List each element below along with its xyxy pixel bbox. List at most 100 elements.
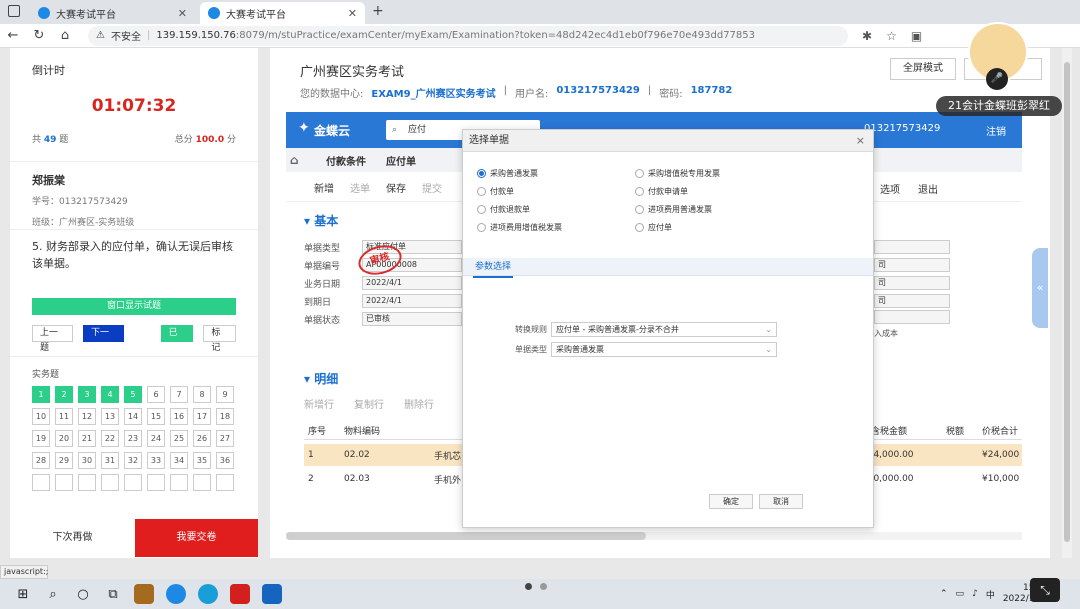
add-row-button[interactable]: 新增行: [304, 396, 334, 411]
question-cell[interactable]: 25: [170, 430, 188, 447]
question-cell[interactable]: [55, 474, 73, 491]
question-cell[interactable]: 2: [55, 386, 73, 403]
question-cell[interactable]: 27: [216, 430, 234, 447]
question-cell[interactable]: 23: [124, 430, 142, 447]
question-cell[interactable]: 1: [32, 386, 50, 403]
document-type-select[interactable]: 采购普通发票 ⌄: [551, 342, 777, 357]
logout-link[interactable]: 注销: [986, 123, 1006, 138]
question-cell[interactable]: 29: [55, 452, 73, 469]
question-cell[interactable]: 3: [78, 386, 96, 403]
question-cell[interactable]: 8: [193, 386, 211, 403]
app-icon[interactable]: [166, 584, 186, 604]
question-cell[interactable]: 18: [216, 408, 234, 425]
home-icon[interactable]: ⌂: [290, 153, 299, 167]
close-icon[interactable]: ×: [856, 130, 865, 152]
microphone-icon[interactable]: 🎤: [986, 68, 1008, 90]
show-window-button[interactable]: 窗口显示试题: [32, 298, 236, 315]
question-cell[interactable]: 35: [193, 452, 211, 469]
windows-start-icon[interactable]: ⊞: [8, 587, 38, 602]
question-cell[interactable]: 28: [32, 452, 50, 469]
question-cell[interactable]: 26: [193, 430, 211, 447]
question-cell[interactable]: [170, 474, 188, 491]
option-payment-request[interactable]: 付款申请单: [635, 184, 835, 199]
save-button[interactable]: 保存: [386, 180, 406, 195]
delete-row-button[interactable]: 删除行: [404, 396, 434, 411]
question-cell[interactable]: 16: [170, 408, 188, 425]
option-payment-refund[interactable]: 付款退款单: [477, 202, 635, 217]
question-cell[interactable]: [216, 474, 234, 491]
question-cell[interactable]: [78, 474, 96, 491]
question-cell[interactable]: 22: [101, 430, 119, 447]
back-icon[interactable]: ←: [0, 28, 26, 43]
prev-question-button[interactable]: 上一题: [32, 325, 73, 353]
tab-payable[interactable]: 应付单: [386, 153, 416, 168]
next-question-button[interactable]: 下一题: [83, 325, 124, 353]
done-button[interactable]: 已做: [160, 325, 194, 353]
close-icon[interactable]: ✕: [348, 7, 357, 20]
question-cell[interactable]: 17: [193, 408, 211, 425]
question-cell[interactable]: 14: [124, 408, 142, 425]
question-cell[interactable]: 4: [101, 386, 119, 403]
question-cell[interactable]: 24: [147, 430, 165, 447]
address-bar[interactable]: ⚠ 不安全 | 139.159.150.76:8079/m/stuPractic…: [88, 25, 848, 46]
right-field-4[interactable]: 司: [874, 294, 950, 308]
collections-icon[interactable]: ▣: [911, 29, 922, 43]
exit-button[interactable]: 退出: [918, 181, 938, 196]
extensions-icon[interactable]: ✱: [862, 29, 872, 43]
question-cell[interactable]: 5: [124, 386, 142, 403]
option-payment[interactable]: 付款单: [477, 184, 635, 199]
question-cell[interactable]: 30: [78, 452, 96, 469]
question-cell[interactable]: 21: [78, 430, 96, 447]
question-cell[interactable]: 11: [55, 408, 73, 425]
question-cell[interactable]: [32, 474, 50, 491]
question-cell[interactable]: 15: [147, 408, 165, 425]
question-cell[interactable]: 20: [55, 430, 73, 447]
question-cell[interactable]: [124, 474, 142, 491]
option-vat-invoice[interactable]: 采购增值税专用发票: [635, 166, 835, 181]
submit-button[interactable]: 提交: [422, 180, 442, 195]
question-cell[interactable]: 31: [101, 452, 119, 469]
horizontal-scrollbar[interactable]: [286, 532, 1022, 540]
fullscreen-button[interactable]: 全屏模式: [890, 58, 956, 80]
right-select[interactable]: [874, 310, 950, 324]
favorites-icon[interactable]: ☆: [886, 29, 897, 43]
tab-payment-terms[interactable]: 付款条件: [326, 153, 366, 168]
question-cell[interactable]: 36: [216, 452, 234, 469]
submit-exam-button[interactable]: 我要交卷: [135, 519, 258, 557]
question-cell[interactable]: [147, 474, 165, 491]
new-button[interactable]: 新增: [314, 180, 334, 195]
question-cell[interactable]: [101, 474, 119, 491]
question-cell[interactable]: 7: [170, 386, 188, 403]
question-cell[interactable]: 9: [216, 386, 234, 403]
chevron-up-icon[interactable]: ⌃: [940, 589, 948, 599]
search-icon[interactable]: ⌕: [38, 587, 68, 602]
network-icon[interactable]: ▭: [956, 589, 965, 599]
cancel-button[interactable]: 取消: [759, 494, 803, 509]
browser-tab-2[interactable]: 大赛考试平台 ✕: [200, 2, 365, 24]
question-cell[interactable]: 34: [170, 452, 188, 469]
mark-button[interactable]: 标记: [203, 325, 236, 353]
question-cell[interactable]: 32: [124, 452, 142, 469]
option-expense-invoice[interactable]: 进项费用普通发票: [635, 202, 835, 217]
question-cell[interactable]: 6: [147, 386, 165, 403]
conversion-rule-select[interactable]: 应付单 - 采购普通发票-分录不合并 ⌄: [551, 322, 777, 337]
question-cell[interactable]: 19: [32, 430, 50, 447]
volume-icon[interactable]: ♪: [972, 589, 978, 599]
question-cell[interactable]: 13: [101, 408, 119, 425]
right-field-2[interactable]: 司: [874, 258, 950, 272]
close-icon[interactable]: ✕: [178, 7, 187, 20]
ok-button[interactable]: 确定: [709, 494, 753, 509]
kingdee-user[interactable]: 013217573429: [864, 123, 940, 134]
do-later-button[interactable]: 下次再做: [10, 519, 135, 557]
question-cell[interactable]: 33: [147, 452, 165, 469]
right-field-3[interactable]: 司: [874, 276, 950, 290]
home-icon[interactable]: ⌂: [52, 28, 78, 43]
edge-browser-icon[interactable]: [198, 584, 218, 604]
tab-actions-icon[interactable]: [8, 5, 20, 17]
resize-icon[interactable]: ⤡: [1030, 578, 1060, 602]
detail-section-title[interactable]: ▾ 明细: [304, 370, 338, 387]
task-view-icon[interactable]: ⧉: [98, 587, 128, 602]
copy-row-button[interactable]: 复制行: [354, 396, 384, 411]
option-purchase-invoice[interactable]: 采购普通发票: [477, 166, 635, 181]
wps-icon[interactable]: [230, 584, 250, 604]
